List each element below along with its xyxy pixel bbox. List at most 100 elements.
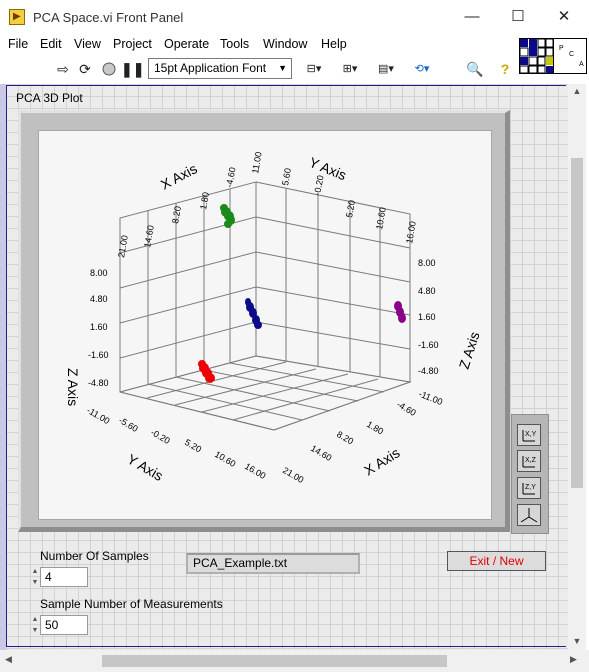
xy-view-button[interactable]: X,Y	[517, 424, 541, 446]
decrement-icon[interactable]: ▼	[30, 577, 40, 588]
tick-top-x-3: 1.80	[198, 191, 211, 210]
menu-tools[interactable]: Tools	[220, 37, 249, 51]
tick-bottom-y-5: 16.00	[243, 461, 268, 481]
tick-right-z-1: 4.80	[418, 286, 436, 296]
tick-left-z-3: -1.60	[88, 350, 109, 360]
minimize-button[interactable]: —	[449, 0, 495, 34]
vertical-scrollbar[interactable]: ▲ ▼	[568, 84, 586, 650]
plot-label: PCA 3D Plot	[16, 91, 83, 105]
tick-right-z-5: -11.00	[417, 389, 444, 408]
tick-bottom-x-1: 1.80	[365, 419, 385, 436]
tick-left-z-2: 1.60	[90, 322, 108, 332]
scroll-down-icon[interactable]: ▼	[568, 636, 586, 646]
labview-vi-icon: ▶	[9, 9, 25, 25]
tick-top-x-4: -4.60	[224, 166, 237, 188]
svg-text:X,Z: X,Z	[525, 457, 537, 464]
3d-view-button[interactable]	[517, 504, 541, 526]
distribute-objects-icon[interactable]: ⊞▾	[336, 59, 364, 79]
run-arrow-icon[interactable]: ⇨	[54, 59, 72, 79]
axis-labels: X Axis Y Axis Z Axis Z Axis Y Axis X Axi…	[65, 151, 483, 485]
menu-bar: File Edit View Project Operate Tools Win…	[0, 34, 518, 56]
num-samples-spinner[interactable]: ▲ ▼	[30, 566, 40, 588]
tick-bottom-x-2: 8.20	[335, 429, 355, 446]
increment-icon[interactable]: ▲	[30, 614, 40, 625]
tick-right-z-3: -1.60	[418, 340, 439, 350]
svg-text:Z,Y: Z,Y	[525, 484, 536, 491]
menu-help[interactable]: Help	[321, 37, 347, 51]
vi-icon-grid	[519, 38, 554, 74]
svg-text:X,Y: X,Y	[525, 431, 537, 438]
vi-icon-pca: P C A	[559, 45, 584, 68]
z-axis-title-left: Z Axis	[65, 368, 81, 406]
vertical-scroll-thumb[interactable]	[571, 158, 583, 488]
connector-pane[interactable]: P C A	[519, 38, 587, 74]
num-samples-input[interactable]: 4	[40, 567, 88, 587]
y-axis-title-top: Y Axis	[307, 154, 349, 183]
y-axis-title-bottom: Y Axis	[125, 451, 166, 484]
context-help-icon[interactable]: ?	[496, 59, 514, 79]
menu-window[interactable]: Window	[263, 37, 307, 51]
exit-new-button[interactable]: Exit / New	[447, 551, 546, 571]
tick-top-x-5: 11.00	[250, 151, 264, 174]
tick-right-z-0: 8.00	[418, 258, 436, 268]
tick-bottom-y-3: 5.20	[183, 437, 203, 454]
tick-bottom-y-1: -5.60	[117, 415, 140, 434]
tick-top-y-2: 5.20	[344, 199, 357, 218]
tick-top-x-2: 8.20	[170, 205, 183, 224]
tick-bottom-x-4: 21.00	[281, 465, 306, 485]
file-path-indicator: PCA_Example.txt	[186, 553, 360, 574]
resize-objects-icon[interactable]: ▤▾	[372, 59, 400, 79]
tick-top-y-3: 10.60	[374, 206, 388, 230]
pca-3d-plot[interactable]: X Axis Y Axis Z Axis Z Axis Y Axis X Axi…	[38, 130, 492, 520]
x-axis-title-top: X Axis	[158, 160, 200, 192]
reorder-icon[interactable]: ⟲▾	[408, 59, 436, 79]
maximize-button[interactable]: ☐	[495, 0, 541, 34]
tick-bottom-y-0: -11.00	[85, 405, 112, 426]
tick-right-z-4: -4.80	[418, 366, 439, 376]
cluster-green	[220, 204, 235, 228]
tick-bottom-y-2: -0.20	[149, 427, 172, 446]
scroll-left-icon[interactable]: ◀	[5, 654, 12, 665]
tick-bottom-x-3: 14.60	[309, 443, 334, 463]
menu-operate[interactable]: Operate	[164, 37, 209, 51]
tick-right-z-2: 1.60	[418, 312, 436, 322]
tick-left-z-0: 8.00	[90, 268, 108, 278]
menu-project[interactable]: Project	[113, 37, 152, 51]
font-select-value: 15pt Application Font	[154, 61, 267, 75]
sample-num-spinner[interactable]: ▲ ▼	[30, 614, 40, 636]
close-button[interactable]: ✕	[541, 0, 587, 34]
decrement-icon[interactable]: ▼	[30, 625, 40, 636]
run-continuously-icon[interactable]: ⟳	[76, 59, 94, 79]
abort-icon[interactable]	[100, 59, 118, 79]
menu-edit[interactable]: Edit	[40, 37, 62, 51]
sample-num-label: Sample Number of Measurements	[40, 597, 223, 611]
increment-icon[interactable]: ▲	[30, 566, 40, 577]
tick-top-y-4: 16.00	[404, 220, 418, 244]
plot-view-buttons: X,Y X,Z Z,Y	[511, 414, 549, 534]
menu-view[interactable]: View	[74, 37, 101, 51]
tick-top-x-0: 21.00	[116, 234, 130, 258]
xz-view-button[interactable]: X,Z	[517, 450, 541, 472]
chevron-down-icon: ▼	[278, 63, 287, 73]
data-clusters	[198, 204, 406, 383]
tick-top-y-0: 5.60	[280, 167, 293, 186]
align-objects-icon[interactable]: ⊟▾	[300, 59, 328, 79]
font-select[interactable]: 15pt Application Font ▼	[148, 58, 292, 79]
pause-icon[interactable]: ❚❚	[121, 59, 144, 79]
window-title: PCA Space.vi Front Panel	[33, 10, 184, 25]
scroll-right-icon[interactable]: ▶	[570, 654, 577, 665]
sample-num-input[interactable]: 50	[40, 615, 88, 635]
title-bar: ▶ PCA Space.vi Front Panel — ☐ ✕	[0, 0, 589, 34]
menu-file[interactable]: File	[8, 37, 28, 51]
z-axis-title-right: Z Axis	[456, 330, 483, 371]
horizontal-scrollbar[interactable]: ◀ ▶	[0, 650, 589, 672]
search-icon[interactable]: 🔍	[462, 59, 488, 79]
tick-left-z-1: 4.80	[90, 294, 108, 304]
yz-view-button[interactable]: Z,Y	[517, 477, 541, 499]
scroll-up-icon[interactable]: ▲	[568, 86, 586, 96]
horizontal-scroll-thumb[interactable]	[102, 655, 447, 667]
tick-bottom-x-0: -4.60	[395, 399, 418, 418]
num-samples-label: Number Of Samples	[40, 549, 149, 563]
tick-top-y-1: -0.20	[312, 174, 325, 196]
tick-bottom-y-4: 10.60	[213, 449, 238, 469]
